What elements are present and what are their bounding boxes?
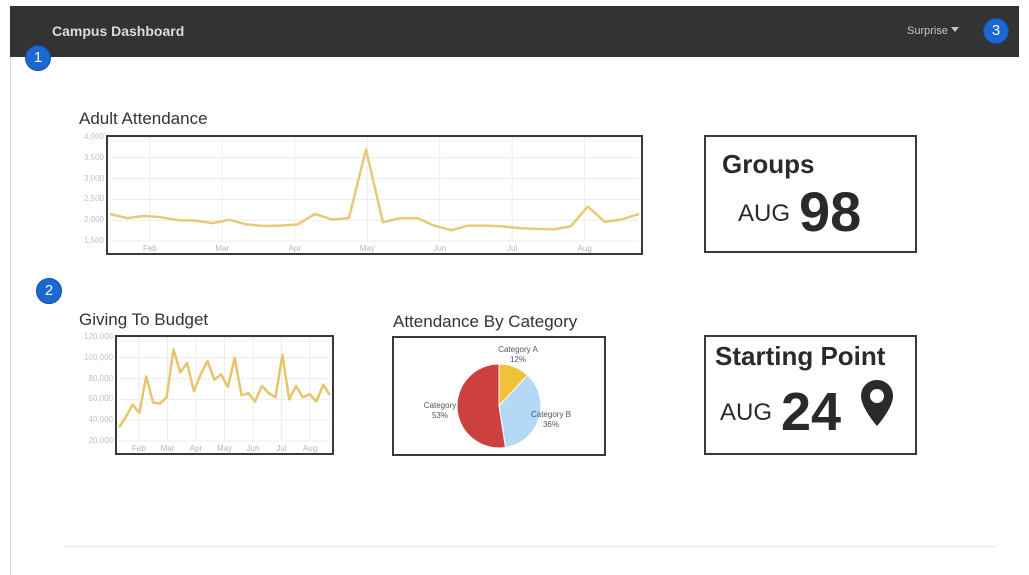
y-tick-label: 3,000 (83, 173, 104, 183)
y-tick-label: 80,000 (88, 373, 113, 383)
x-tick-label: Aug (578, 244, 592, 253)
x-tick-label: Jul (276, 444, 286, 453)
x-tick-label: Aug (303, 444, 317, 453)
y-tick-label: 1,500 (83, 236, 104, 245)
map-marker-icon (861, 380, 893, 426)
giving-svg: Feb Mar Apr May Jun Jul Aug (117, 336, 332, 453)
series-line (109, 148, 640, 232)
pie-slice (456, 363, 507, 449)
y-tick-label: 2,500 (83, 194, 104, 204)
adult-attendance-title: Adult Attendance (79, 109, 208, 128)
groups-title: Groups (722, 149, 815, 179)
adult-attendance-chart: Feb Mar Apr May Jun Jul Aug (106, 135, 643, 255)
pie-label: Category A (498, 345, 538, 354)
callout-badge-3: 3 (983, 18, 1009, 44)
giving-title: Giving To Budget (79, 310, 209, 329)
y-tick-label: 120,000 (84, 332, 113, 341)
x-tick-label: Feb (132, 444, 146, 453)
x-tick-label: Apr (289, 244, 302, 253)
category-title: Attendance By Category (393, 312, 578, 331)
x-tick-label: May (217, 444, 232, 453)
app-title[interactable]: Campus Dashboard (52, 23, 184, 39)
groups-metric-card[interactable]: Groups AUG 98 (704, 135, 917, 253)
pie-label: Category B (531, 410, 571, 419)
groups-value: 98 (799, 180, 862, 243)
x-tick-label: Jun (247, 444, 260, 453)
x-tick-label: Feb (143, 244, 157, 253)
starting-point-title: Starting Point (715, 341, 886, 371)
x-tick-label: May (360, 244, 375, 253)
pie-pct-label: 36% (543, 420, 559, 429)
y-tick-label: 20,000 (88, 436, 113, 445)
y-tick-label: 4,000 (83, 132, 104, 141)
y-tick-label: 40,000 (88, 415, 113, 425)
page-frame (10, 6, 1029, 575)
x-tick-label: Mar (215, 244, 229, 253)
user-menu[interactable]: Surprise (907, 25, 959, 37)
giving-chart: Feb Mar Apr May Jun Jul Aug (115, 335, 334, 455)
user-menu-label: Surprise (907, 25, 948, 37)
x-tick-label: Apr (190, 444, 203, 453)
x-tick-label: Jun (433, 244, 446, 253)
starting-point-metric-card[interactable]: Starting Point AUG 24 (704, 335, 917, 455)
caret-down-icon (950, 27, 959, 32)
y-tick-label: 2,000 (83, 215, 104, 225)
top-navbar: Campus Dashboard Surprise (10, 6, 1019, 57)
callout-badge-1: 1 (25, 45, 51, 71)
starting-point-month: AUG (720, 399, 773, 426)
y-tick-label: 100,000 (84, 352, 113, 362)
pie-pct-label: 12% (510, 355, 526, 364)
callout-badge-2: 2 (36, 278, 62, 304)
x-tick-label: Jul (507, 244, 517, 253)
pie-label: Category (424, 401, 456, 410)
category-chart: Category A 12% Category B 36% Category 53% (392, 336, 606, 456)
groups-month: AUG (738, 200, 791, 227)
adult-attendance-svg: Feb Mar Apr May Jun Jul Aug (109, 136, 640, 253)
footer-divider (64, 546, 996, 547)
pie-pct-label: 53% (432, 411, 448, 420)
y-tick-label: 3,500 (83, 152, 104, 162)
y-tick-label: 60,000 (88, 394, 113, 404)
starting-point-value: 24 (781, 382, 842, 442)
category-pie-svg: Category A12% Category B36% Category53% (424, 345, 571, 449)
x-tick-label: Mar (161, 444, 175, 453)
